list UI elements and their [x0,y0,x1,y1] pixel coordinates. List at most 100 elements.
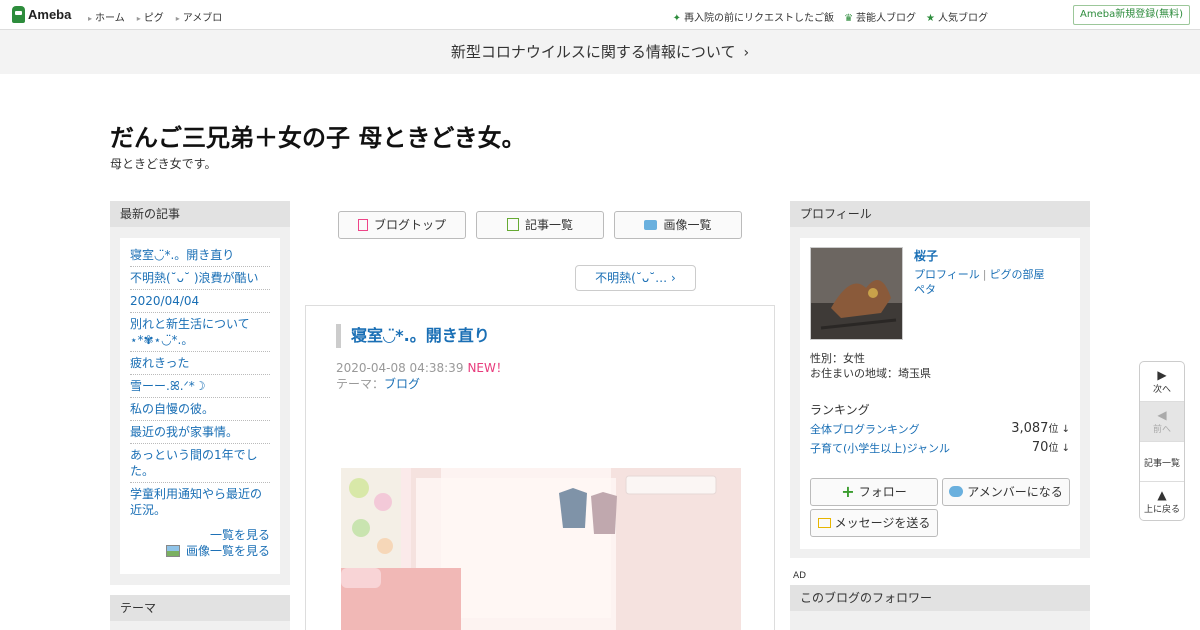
popular-blog-link[interactable]: ★ 人気ブログ [926,9,988,24]
image-list-button[interactable]: 画像一覧 [614,211,742,239]
ameba-logo[interactable]: Ameba [12,6,71,23]
recent-entry-link[interactable]: 学童利用通知やら最近の近況。 [130,483,270,521]
entry-theme-label: テーマ： [336,377,385,391]
pig-room-link[interactable]: ピグの部屋 [990,268,1045,281]
profile-heading: プロフィール [790,201,1090,227]
ranking-unit: 位 ↓ [1048,424,1070,435]
next-label: 次へ [1152,385,1171,395]
theme-box: テーマ [110,595,290,630]
follow-button[interactable]: + フォロー [810,478,938,506]
bedroom-photo [341,468,741,630]
celebrity-blog-label: 芸能人ブログ [856,13,917,24]
entry-list-float-button[interactable]: 記事一覧 [1140,442,1184,482]
see-all-images-link[interactable]: 画像一覧を見る [130,543,270,559]
recent-entry-link[interactable]: あっという間の1年でした。 [130,444,270,483]
recent-entry-link[interactable]: 雪ーー.ꕤ.ᐟ*☽ [130,375,270,398]
amember-label: アメンバーになる [967,485,1063,499]
floating-nav: ▶ 次へ ◀ 前へ 記事一覧 ▲ 上に戻る [1139,361,1185,521]
ranking-heading: ランキング [810,403,870,417]
play-right-icon: ▶ [1157,368,1167,382]
recent-entry-link[interactable]: 別れと新生活について ⋆*✾⋆◡̈*.。 [130,313,270,352]
entry-list-button[interactable]: 記事一覧 [476,211,604,239]
recent-entries-heading: 最新の記事 [110,201,290,227]
blog-description: 母ときどき女です。 [110,157,217,171]
ranking-label[interactable]: 全体ブログランキング [810,423,920,436]
see-all-link[interactable]: 一覧を見る [130,527,270,543]
entry-meta: 2020-04-08 04:38:39 NEW！ [336,359,508,376]
celebrity-blog-link[interactable]: ♛ 芸能人ブログ [844,9,916,24]
top-nav: ホーム ピグ アメブロ [88,9,222,24]
follow-label: フォロー [858,485,907,499]
document-icon [357,219,368,231]
next-button[interactable]: ▶ 次へ [1140,362,1184,402]
blog-top-button[interactable]: ブログトップ [338,211,466,239]
image-list-label: 画像一覧 [663,218,712,232]
followers-heading: このブログのフォロワー [790,585,1090,611]
chevron-right-icon: › [671,271,676,285]
previous-entry-link[interactable]: 不明熱(˘ᴗ˘… › [575,265,696,291]
ranking-value: 3,087位 ↓ [1011,420,1070,436]
recent-entry-link[interactable]: 最近の我が家事情。 [130,421,270,444]
entry-photo[interactable] [341,468,741,630]
ameba-logo-text: Ameba [28,7,72,22]
avatar[interactable] [810,247,903,340]
entry-theme: テーマ：ブログ [336,375,420,392]
back-to-top-button[interactable]: ▲ 上に戻る [1140,482,1184,522]
entry-title[interactable]: 寝室◡̈*.。開き直り [336,324,490,348]
chevron-right-icon: › [743,45,750,61]
entry-theme-link[interactable]: ブログ [384,377,420,391]
ranking-label[interactable]: 子育て(小学生以上)ジャンル [810,442,950,455]
ranking-row: 全体ブログランキング 3,087位 ↓ [810,421,1070,437]
recent-entries-box: 最新の記事 寝室◡̈*.。開き直り 不明熱(˘ᴗ˘ )浪費が酷い 2020/04… [110,201,290,585]
back-to-top-label: 上に戻る [1143,505,1180,515]
previous-entry-label: 不明熱(˘ᴗ˘… [595,271,668,285]
nav-pig-link[interactable]: ピグ [137,9,164,24]
article: 寝室◡̈*.。開き直り 2020-04-08 04:38:39 NEW！ テーマ：… [305,305,775,630]
profile-box: プロフィール 桜子 プロフィール | ピグの部屋 ペタ 性別：女性 お住まいの地域：… [790,201,1090,558]
ranking-number: 70 [1031,440,1049,455]
star-icon: ★ [926,13,935,24]
avatar-image [811,248,902,339]
nav-ameblo-link[interactable]: アメブロ [176,9,223,24]
register-button[interactable]: Ameba新規登録(無料) [1072,5,1190,25]
profile-info: 性別：女性 お住まいの地域：埼玉県 [810,351,931,381]
new-badge: NEW！ [467,361,508,375]
request-link[interactable]: ✦ 再入院の前にリクエストしたご飯 [673,9,834,24]
entry-list-label: 記事一覧 [524,218,573,232]
see-all-images-label: 画像一覧を見る [185,544,270,558]
play-left-icon: ◀ [1157,408,1167,422]
message-button[interactable]: メッセージを送る [810,509,938,537]
peta-link[interactable]: ペタ [914,283,936,296]
covid-notice-banner[interactable]: 新型コロナウイルスに関する情報について › [0,30,1200,74]
recent-entry-link[interactable]: 不明熱(˘ᴗ˘ )浪費が酷い [130,267,270,290]
crown-icon: ♛ [844,13,854,24]
covid-notice-text: 新型コロナウイルスに関する情報について [450,43,736,61]
recent-entries-list: 寝室◡̈*.。開き直り 不明熱(˘ᴗ˘ )浪費が酷い 2020/04/04 別れ… [120,238,280,574]
speech-bubble-icon [949,486,964,497]
list-icon [506,218,519,231]
top-header: Ameba ホーム ピグ アメブロ ✦再入院の前にリクエストしたご飯 ♛芸能人ブ… [0,0,1200,30]
entry-datetime: 2020-04-08 04:38:39 [336,361,464,375]
image-icon [165,545,180,557]
entry-list-float-label: 記事一覧 [1143,459,1180,469]
ranking-unit: 位 ↓ [1048,443,1070,454]
ameba-logo-icon [12,6,25,23]
plus-icon: + [841,482,855,501]
profile-link[interactable]: プロフィール [914,268,980,281]
followers-box: このブログのフォロワー [790,585,1090,630]
prev-button[interactable]: ◀ 前へ [1140,402,1184,442]
recent-entry-link[interactable]: 寝室◡̈*.。開き直り [130,244,270,267]
profile-card: 桜子 プロフィール | ピグの部屋 ペタ 性別：女性 お住まいの地域：埼玉県 ランキ… [800,238,1080,549]
recent-entry-link[interactable]: 私の自慢の彼。 [130,398,270,421]
nav-home-link[interactable]: ホーム [88,9,125,24]
profile-location: お住まいの地域：埼玉県 [810,367,931,380]
theme-heading: テーマ [110,595,290,621]
ad-label: AD [793,571,807,581]
ranking-number: 3,087 [1011,421,1049,436]
envelope-icon [817,518,831,528]
profile-name[interactable]: 桜子 [914,247,938,264]
blog-title[interactable]: だんご三兄弟＋女の子 母ときどき女。 [110,118,526,153]
amember-button[interactable]: アメンバーになる [942,478,1070,506]
recent-entry-link[interactable]: 疲れきった [130,352,270,375]
recent-entry-link[interactable]: 2020/04/04 [130,290,270,313]
